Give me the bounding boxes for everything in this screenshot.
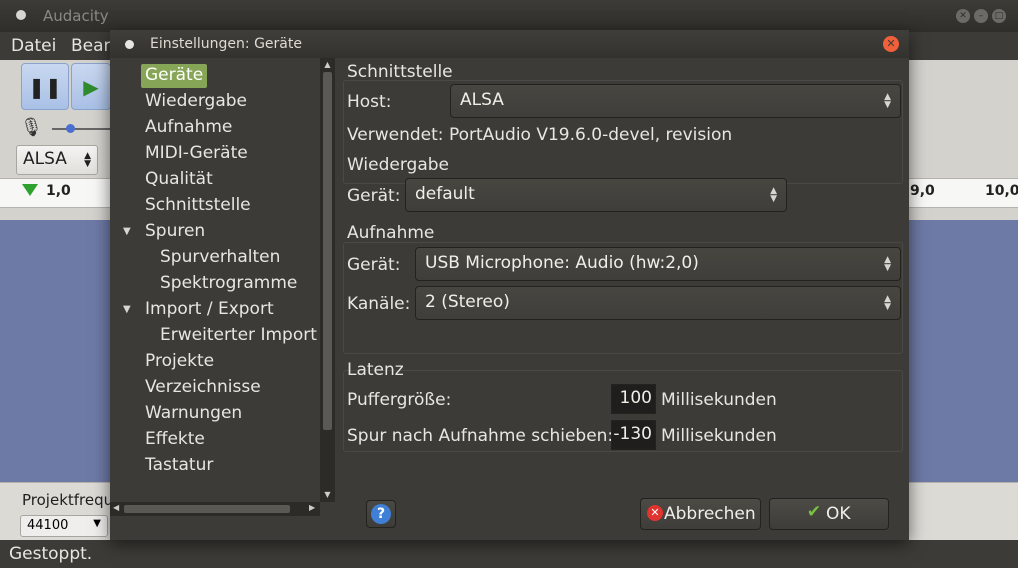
cancel-icon: ✕ bbox=[647, 505, 663, 521]
spin-icon: ▲ ▼ bbox=[84, 151, 91, 169]
main-titlebar: Audacity ✕ – □ bbox=[0, 0, 1018, 32]
checkmark-icon: ✔ bbox=[806, 502, 822, 522]
chevron-down-icon: ▼ bbox=[93, 518, 101, 529]
cancel-button[interactable]: ✕ Abbrechen bbox=[640, 498, 761, 530]
preferences-dialog: Einstellungen: Geräte ✕ Geräte Wiedergab… bbox=[110, 30, 909, 540]
tree-item-effekte[interactable]: Effekte bbox=[141, 428, 209, 452]
audio-host-value: ALSA bbox=[23, 149, 67, 169]
spin-icon: ▲ ▼ bbox=[884, 255, 891, 273]
tree-item-spurverhalten[interactable]: Spurverhalten bbox=[156, 246, 284, 270]
host-select[interactable]: ALSA ▲ ▼ bbox=[450, 84, 901, 118]
channels-label: Kanäle: bbox=[347, 294, 411, 314]
tree-item-projekte[interactable]: Projekte bbox=[141, 350, 218, 374]
spin-icon: ▲ ▼ bbox=[884, 92, 891, 110]
scroll-left-icon[interactable]: ◀ bbox=[113, 503, 119, 512]
project-rate-label: Projektfrequ bbox=[22, 491, 114, 509]
dialog-titlebar: Einstellungen: Geräte ✕ bbox=[110, 30, 909, 58]
scroll-up-icon[interactable]: ▲ bbox=[322, 60, 333, 69]
microphone-icon: 🎙 bbox=[20, 117, 43, 138]
playback-group-title: Wiedergabe bbox=[347, 155, 450, 175]
tree-item-spuren[interactable]: Spuren bbox=[141, 220, 209, 244]
ruler-tick: 9,0 bbox=[910, 183, 935, 199]
recording-volume-slider[interactable]: 🎙 bbox=[8, 115, 118, 143]
slider-track bbox=[52, 128, 112, 130]
main-window-title: Audacity bbox=[43, 7, 109, 25]
audio-host-combo[interactable]: ALSA ▲ ▼ bbox=[16, 145, 98, 175]
host-value: ALSA bbox=[460, 90, 504, 110]
latency-shift-unit: Millisekunden bbox=[661, 426, 777, 446]
tree-item-spektrogramme[interactable]: Spektrogramme bbox=[156, 272, 301, 296]
expander-icon[interactable]: ▼ bbox=[123, 304, 133, 315]
spin-icon: ▲ ▼ bbox=[884, 294, 891, 312]
tree-item-geraete[interactable]: Geräte bbox=[141, 64, 208, 88]
pause-icon: ❚❚ bbox=[28, 75, 62, 99]
status-text: Gestoppt. bbox=[9, 544, 93, 564]
ok-button[interactable]: ✔ OK bbox=[769, 498, 889, 530]
minimize-icon[interactable]: – bbox=[974, 9, 988, 23]
channels-value: 2 (Stereo) bbox=[425, 292, 510, 312]
app-icon bbox=[125, 40, 134, 49]
tree-item-tastatur[interactable]: Tastatur bbox=[141, 454, 217, 478]
scrollbar-thumb[interactable] bbox=[323, 72, 332, 430]
dialog-title: Einstellungen: Geräte bbox=[150, 36, 302, 52]
pause-button[interactable]: ❚❚ bbox=[21, 63, 69, 110]
recording-group-title: Aufnahme bbox=[347, 223, 435, 243]
playback-device-value: default bbox=[415, 184, 475, 204]
preferences-tree: Geräte Wiedergabe Aufnahme MIDI-Geräte Q… bbox=[110, 58, 335, 518]
latency-group-title: Latenz bbox=[347, 360, 404, 380]
tree-vertical-scrollbar[interactable]: ▲ ▼ bbox=[320, 58, 335, 502]
maximize-icon[interactable]: □ bbox=[992, 9, 1006, 23]
playback-device-select[interactable]: default ▲ ▼ bbox=[405, 178, 787, 212]
spin-icon: ▲ ▼ bbox=[770, 186, 777, 204]
tree-item-midi-geraete[interactable]: MIDI-Geräte bbox=[141, 142, 252, 166]
tree-item-schnittstelle[interactable]: Schnittstelle bbox=[141, 194, 255, 218]
latency-shift-input[interactable]: -130 bbox=[611, 420, 656, 450]
cancel-button-label: Abbrechen bbox=[664, 504, 756, 524]
tree-item-import-export[interactable]: Import / Export bbox=[141, 298, 278, 322]
menu-datei[interactable]: Datei bbox=[11, 36, 56, 56]
slider-thumb[interactable] bbox=[66, 124, 75, 133]
app-icon bbox=[16, 10, 26, 20]
tree-item-warnungen[interactable]: Warnungen bbox=[141, 402, 246, 426]
tree-item-wiedergabe[interactable]: Wiedergabe bbox=[141, 90, 251, 114]
devices-panel: Schnittstelle Host: ALSA ▲ ▼ Verwendet: P… bbox=[335, 58, 909, 498]
ruler-tick: 10,0 bbox=[985, 183, 1018, 199]
recording-device-label: Gerät: bbox=[347, 255, 401, 275]
ruler-tick: 1,0 bbox=[46, 183, 71, 199]
buffer-size-label: Puffergröße: bbox=[347, 390, 452, 410]
project-rate-value: 44100 bbox=[27, 518, 69, 533]
help-button[interactable]: ? bbox=[366, 500, 396, 528]
play-icon: ▶ bbox=[83, 75, 99, 99]
channels-select[interactable]: 2 (Stereo) ▲ ▼ bbox=[415, 286, 901, 320]
host-label: Host: bbox=[347, 92, 392, 112]
using-portaudio-text: Verwendet: PortAudio V19.6.0-devel, revi… bbox=[347, 125, 733, 145]
tree-horizontal-scrollbar[interactable]: ◀ ▶ bbox=[110, 502, 320, 516]
interface-group-title: Schnittstelle bbox=[347, 62, 453, 82]
recording-device-select[interactable]: USB Microphone: Audio (hw:2,0) ▲ ▼ bbox=[415, 247, 901, 281]
status-bar: Gestoppt. bbox=[0, 540, 1018, 568]
latency-shift-label: Spur nach Aufnahme schieben: bbox=[347, 426, 614, 446]
expander-icon[interactable]: ▼ bbox=[123, 226, 133, 237]
playback-device-label: Gerät: bbox=[347, 186, 401, 206]
scroll-right-icon[interactable]: ▶ bbox=[309, 503, 315, 512]
scroll-down-icon[interactable]: ▼ bbox=[322, 490, 333, 499]
play-head-icon[interactable] bbox=[22, 184, 38, 196]
menu-bearbeiten[interactable]: Bear bbox=[71, 36, 111, 56]
tree-item-erweiterter-import[interactable]: Erweiterter Import bbox=[156, 324, 321, 348]
ok-button-label: OK bbox=[826, 504, 851, 524]
play-button[interactable]: ▶ bbox=[71, 63, 111, 110]
buffer-size-unit: Millisekunden bbox=[661, 390, 777, 410]
tree-item-aufnahme[interactable]: Aufnahme bbox=[141, 116, 236, 140]
help-icon: ? bbox=[371, 504, 391, 524]
scrollbar-thumb[interactable] bbox=[124, 505, 290, 513]
close-icon[interactable]: ✕ bbox=[956, 9, 970, 23]
project-rate-combo[interactable]: 44100 ▼ bbox=[20, 515, 108, 537]
close-icon[interactable]: ✕ bbox=[883, 36, 899, 52]
tree-item-verzeichnisse[interactable]: Verzeichnisse bbox=[141, 376, 265, 400]
tree-item-qualitaet[interactable]: Qualität bbox=[141, 168, 217, 192]
buffer-size-input[interactable]: 100 bbox=[611, 384, 656, 414]
recording-device-value: USB Microphone: Audio (hw:2,0) bbox=[425, 253, 699, 273]
